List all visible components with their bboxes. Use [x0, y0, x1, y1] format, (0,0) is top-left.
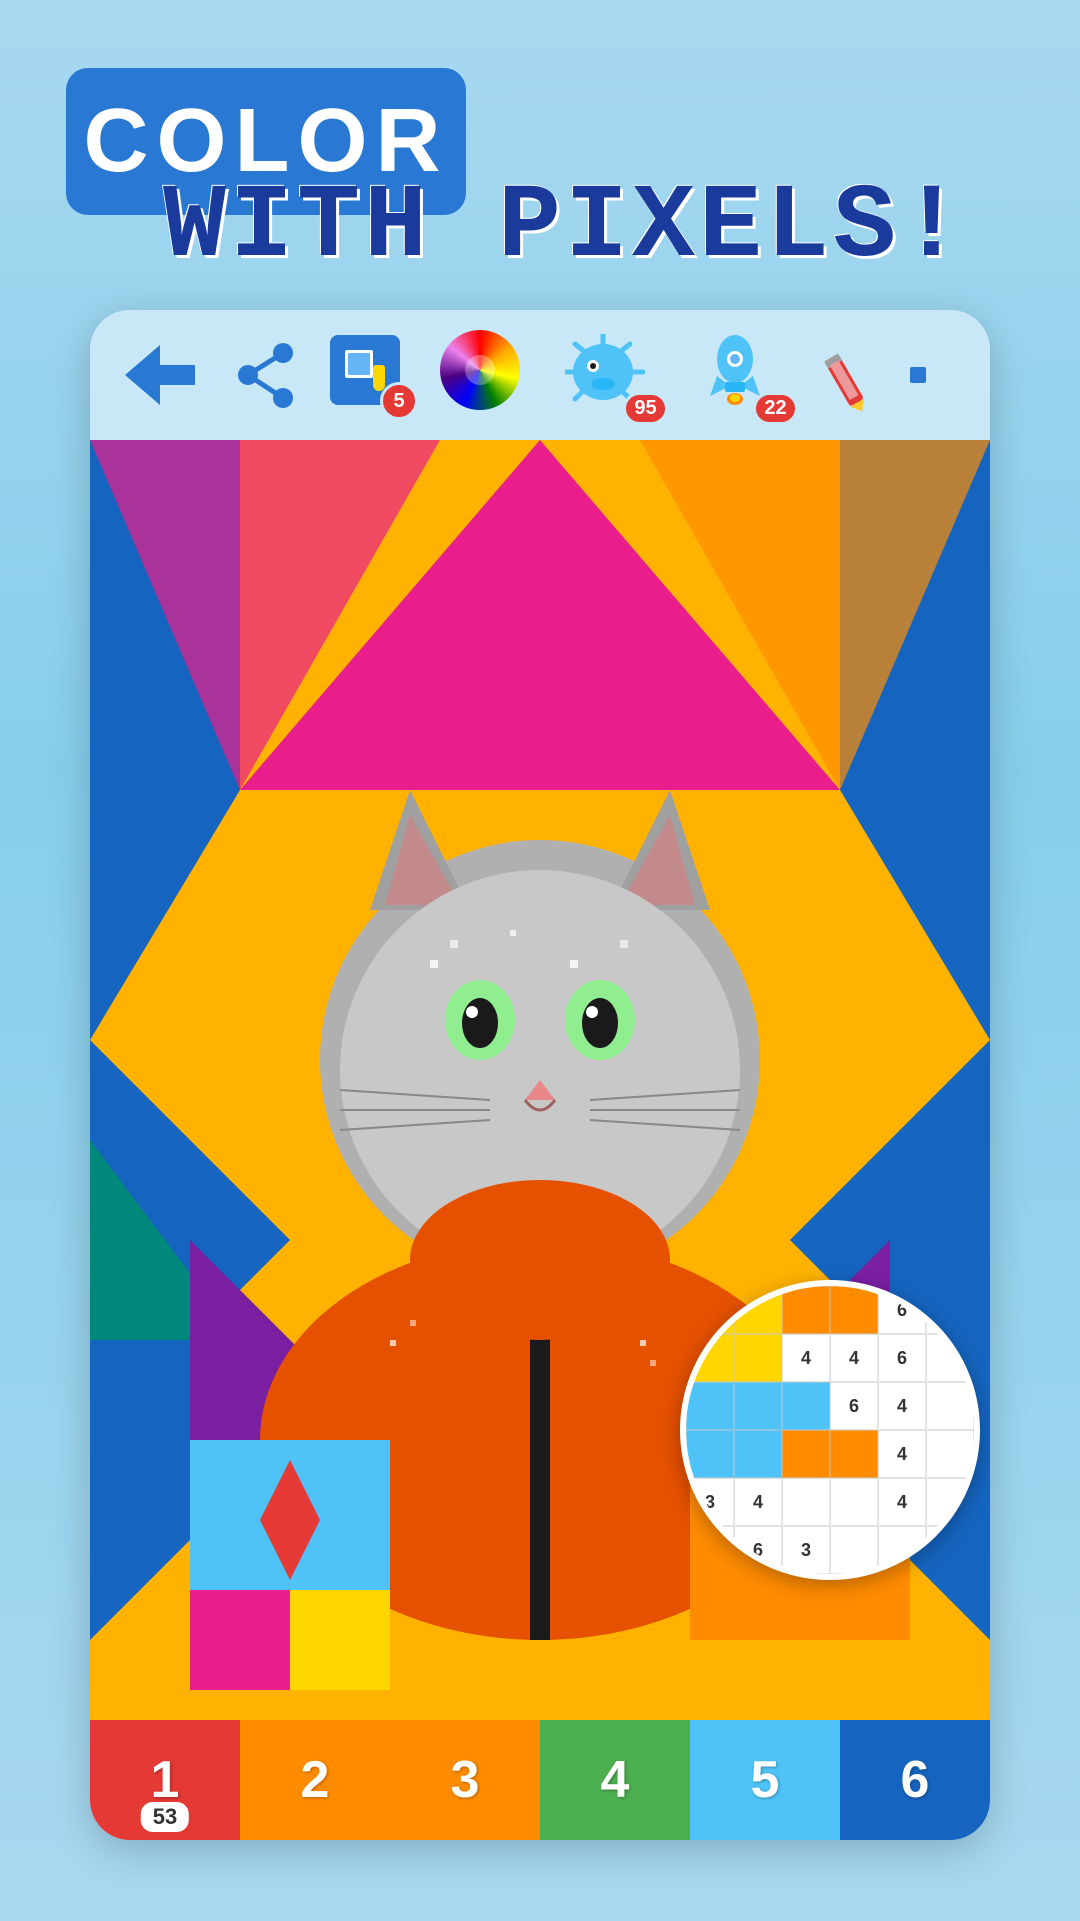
magnifier-cell — [782, 1430, 830, 1478]
magnifier-cell — [830, 1430, 878, 1478]
swatch-number-label: 5 — [751, 1750, 780, 1810]
subtitle-text: WITH PIXELS! — [100, 170, 1030, 286]
blowfish-badge: 95 — [623, 392, 668, 425]
palette-button[interactable] — [440, 330, 530, 420]
blowfish-button[interactable]: 95 — [560, 330, 660, 420]
magnifier-cell: 4 — [878, 1430, 926, 1478]
swatch-number-label: 3 — [451, 1750, 480, 1810]
magnifier-cell — [926, 1526, 974, 1574]
magnifier-cell: 6 — [830, 1382, 878, 1430]
swatch-number-label: 4 — [601, 1750, 630, 1810]
magnifier-cell: 3 — [686, 1478, 734, 1526]
magnifier-cell: 4 — [878, 1382, 926, 1430]
pencil-button[interactable] — [820, 340, 890, 410]
magnifier-cell: 4 — [830, 1334, 878, 1382]
rocket-badge: 22 — [753, 392, 798, 425]
magnifier-cell — [782, 1286, 830, 1334]
magnifier-cell — [926, 1478, 974, 1526]
color-swatches-bar: 153 2 3 4 5 6 — [90, 1720, 990, 1840]
color-swatch-1[interactable]: 153 — [90, 1720, 240, 1840]
color-swatch-3[interactable]: 3 — [390, 1720, 540, 1840]
color-dot — [910, 367, 926, 383]
magnifier-cell — [686, 1430, 734, 1478]
magnifier-grid: 6446644344663 — [686, 1286, 974, 1574]
color-swatch-2[interactable]: 2 — [240, 1720, 390, 1840]
magnifier-cell — [734, 1286, 782, 1334]
magnifier-cell — [926, 1382, 974, 1430]
canvas-area[interactable]: 6446644344663 — [90, 440, 990, 1720]
phone-card: 5 — [90, 310, 990, 1840]
magnifier-cell — [830, 1286, 878, 1334]
magnifier-cell — [830, 1478, 878, 1526]
toolbar: 5 — [90, 310, 990, 440]
magnifier-cell — [878, 1526, 926, 1574]
magnifier-cell — [686, 1334, 734, 1382]
magnifier-cell — [782, 1382, 830, 1430]
magnifier-cell: 6 — [878, 1334, 926, 1382]
share-button[interactable] — [230, 340, 300, 410]
swatch-count-badge: 53 — [141, 1802, 189, 1832]
swatch-number-label: 2 — [301, 1750, 330, 1810]
magnifier-cell — [686, 1382, 734, 1430]
magnifier-cell — [926, 1286, 974, 1334]
swatch-number-label: 1 — [151, 1750, 180, 1810]
magnifier-cell — [830, 1526, 878, 1574]
magnifier-cell — [686, 1286, 734, 1334]
magnifier-cell: 6 — [878, 1286, 926, 1334]
magnifier-cell: 4 — [878, 1478, 926, 1526]
magnifier-cell: 6 — [686, 1526, 734, 1574]
color-swatch-6[interactable]: 6 — [840, 1720, 990, 1840]
magnifier-cell — [926, 1334, 974, 1382]
magnifier-cell — [734, 1382, 782, 1430]
magnifier-cell: 6 — [734, 1526, 782, 1574]
magnifier-cell: 4 — [734, 1478, 782, 1526]
swatch-number-label: 6 — [901, 1750, 930, 1810]
pencil-icon — [805, 323, 906, 427]
magnifier-cell: 4 — [782, 1334, 830, 1382]
color-swatch-4[interactable]: 4 — [540, 1720, 690, 1840]
paint-bucket-badge: 5 — [380, 382, 418, 420]
magnifier-overlay: 6446644344663 — [680, 1280, 980, 1580]
magnifier-cell: 3 — [782, 1526, 830, 1574]
back-button[interactable] — [120, 340, 200, 410]
color-swatch-5[interactable]: 5 — [690, 1720, 840, 1840]
magnifier-cell — [734, 1430, 782, 1478]
magnifier-cell — [782, 1478, 830, 1526]
magnifier-cell — [734, 1334, 782, 1382]
rocket-button[interactable]: 22 — [690, 330, 790, 420]
rainbow-icon — [440, 330, 520, 410]
magnifier-cell — [926, 1430, 974, 1478]
paint-bucket-button[interactable]: 5 — [330, 335, 410, 415]
